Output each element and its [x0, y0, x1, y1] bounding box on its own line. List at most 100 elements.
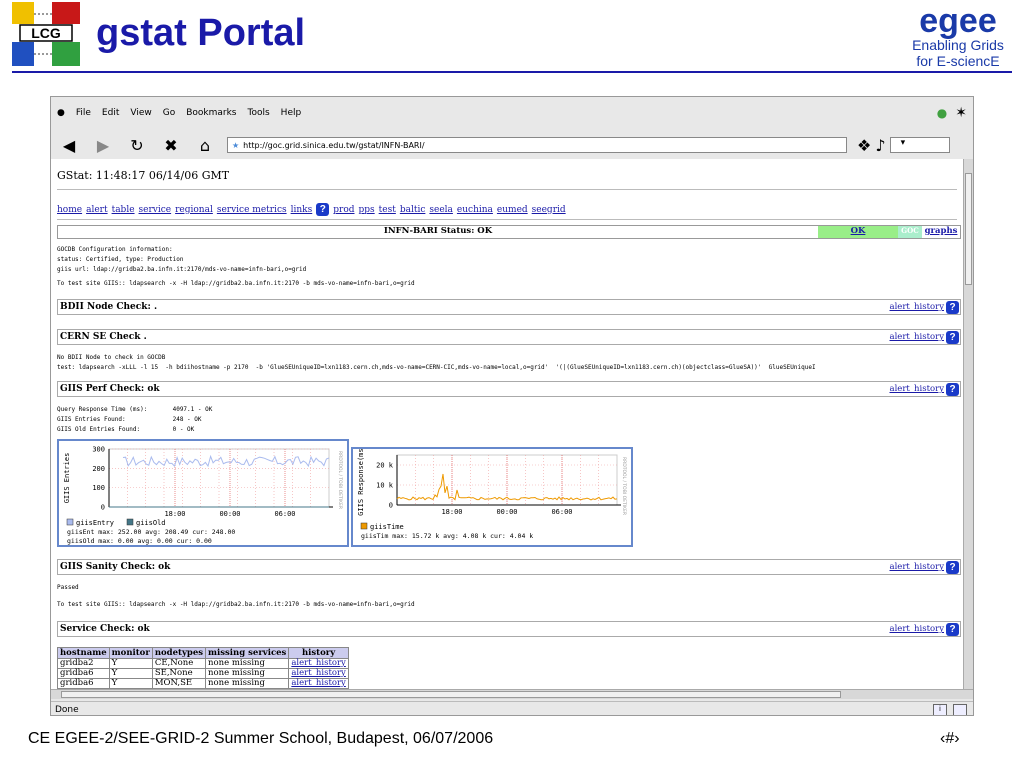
legend-stats: giisTim max: 15.72 k avg: 4.08 k cur: 4.… [361, 532, 533, 540]
alert-history-link[interactable]: alert_history [890, 562, 947, 572]
nav-pps[interactable]: pps [359, 205, 375, 215]
back-icon[interactable]: ◀ [57, 134, 81, 156]
nav-links: home alert table service regional servic… [57, 203, 566, 216]
rrdtool-credit: RRDTOOL / TOBI OETIKER [621, 457, 627, 515]
alert-history-link[interactable]: alert_history [291, 678, 346, 688]
nav-seela[interactable]: seela [429, 205, 453, 215]
menu-view[interactable]: View [130, 108, 151, 118]
cell-hostname: gridba2 [57, 658, 110, 669]
site-status-row: INFN-BARI Status: OK OK GOC graphs [57, 225, 961, 239]
stop-icon[interactable]: ✖ [159, 134, 183, 156]
status-text: Done [55, 704, 79, 715]
help-icon[interactable]: ? [946, 300, 959, 314]
help-icon[interactable]: ? [946, 622, 959, 636]
nav-service-metrics[interactable]: service metrics [217, 205, 287, 215]
go-icon[interactable]: ❖ [857, 136, 871, 155]
status-ok-link[interactable]: OK [818, 226, 898, 238]
divider [57, 219, 957, 220]
alert-history-link[interactable]: alert_history [890, 384, 947, 394]
help-icon[interactable]: ? [316, 203, 330, 216]
scroll-thumb[interactable] [965, 173, 972, 285]
x-tick-label: 06:00 [274, 510, 295, 518]
info-icon[interactable]: i [933, 703, 947, 715]
window-icon[interactable] [953, 703, 967, 715]
help-icon[interactable]: ? [946, 382, 959, 396]
legend-swatch [66, 518, 74, 526]
cell-nodetypes: MON,SE [151, 678, 207, 689]
y-tick-label: 300 [92, 446, 105, 454]
cell-history: alert_history [288, 668, 349, 679]
graphs-link[interactable]: graphs [922, 226, 960, 238]
alert-history-link[interactable]: alert_history [890, 624, 947, 634]
cell-missing: none missing [205, 658, 290, 669]
cern-se-info: No BDII Node to check in GOCDB test: lda… [57, 354, 816, 371]
y-tick-label: 10 k [376, 482, 394, 490]
nav-eumed[interactable]: eumed [497, 205, 528, 215]
legend-label: giisTime [370, 523, 404, 531]
bookmark-star-icon: ★ [232, 140, 240, 150]
nav-regional[interactable]: regional [175, 205, 213, 215]
url-bar[interactable]: ★ http://goc.grid.sinica.edu.tw/gstat/IN… [227, 137, 847, 153]
menu-help[interactable]: Help [281, 108, 302, 118]
home-icon[interactable]: ⌂ [193, 134, 217, 156]
alert-history-link[interactable]: alert_history [291, 658, 346, 668]
cell-hostname: gridba6 [57, 668, 110, 679]
cell-missing: none missing [205, 668, 290, 679]
help-icon[interactable]: ? [946, 330, 959, 344]
nav-table[interactable]: table [112, 205, 135, 215]
nav-alert[interactable]: alert [86, 205, 108, 215]
divider [57, 189, 957, 190]
test-site-command-2: To test site GIIS:: ldapsearch -x -H lda… [57, 601, 415, 608]
help-icon[interactable]: ? [946, 560, 959, 574]
menu-edit[interactable]: Edit [102, 108, 119, 118]
browser-window: ● File Edit View Go Bookmarks Tools Help… [50, 96, 974, 716]
scroll-thumb[interactable] [61, 691, 841, 698]
cell-monitor: Y [108, 658, 153, 669]
col-nodetypes: nodetypes [151, 647, 207, 659]
goc-info: GOCDB Configuration information: status:… [57, 246, 307, 273]
bdii-check-title: BDII Node Check: . [60, 302, 158, 312]
nav-links[interactable]: links [291, 205, 313, 215]
nav-home[interactable]: home [57, 205, 82, 215]
y-tick-label: 100 [92, 484, 105, 492]
search-dropdown[interactable]: ▾ [889, 137, 950, 153]
alert-history-link[interactable]: alert_history [890, 302, 947, 312]
legend-stats: giisEnt max: 252.00 avg: 208.49 cur: 248… [67, 528, 235, 536]
x-tick-label: 06:00 [551, 508, 572, 516]
giis-sanity-header: GIIS Sanity Check: ok alert_history ? [57, 559, 961, 575]
service-check-title: Service Check: ok [60, 624, 150, 634]
throbber-icon: ✶ [955, 105, 967, 121]
menu-file[interactable]: File [76, 108, 91, 118]
nav-euchina[interactable]: euchina [457, 205, 493, 215]
giis-entries-chart: 300 200 100 0 18:00 00:00 06:00 GIIS Entries RRD… [57, 439, 349, 547]
status-light-icon: ● [936, 106, 948, 120]
nav-baltic[interactable]: baltic [400, 205, 426, 215]
y-tick-label: 0 [389, 502, 393, 510]
nav-seegrid[interactable]: seegrid [532, 205, 566, 215]
nav-test[interactable]: test [379, 205, 396, 215]
alert-history-link[interactable]: alert_history [890, 332, 947, 342]
table-row: gridba6 Y SE,None none missing alert_his… [57, 668, 349, 679]
y-axis-label: GIIS Response(ms) [357, 449, 365, 516]
cell-hostname: gridba6 [57, 678, 110, 689]
giis-perf-info: Query Response Time (ms): 4097.1 - OK GI… [57, 406, 213, 433]
cell-history: alert_history [288, 658, 349, 669]
menu-bookmarks[interactable]: Bookmarks [186, 108, 236, 118]
search-icon[interactable]: ♪ [875, 136, 885, 155]
col-hostname: hostname [57, 647, 110, 659]
giis-sanity-title: GIIS Sanity Check: ok [60, 562, 171, 572]
reload-icon[interactable]: ↻ [125, 134, 149, 156]
table-header-row: hostname monitor nodetypes missing servi… [57, 647, 349, 659]
x-tick-label: 18:00 [441, 508, 462, 516]
menu-tools[interactable]: Tools [248, 108, 270, 118]
forward-icon[interactable]: ▶ [91, 134, 115, 156]
title-divider [12, 71, 1012, 73]
horizontal-scrollbar[interactable] [51, 689, 973, 699]
menu-go[interactable]: Go [163, 108, 175, 118]
alert-history-link[interactable]: alert_history [291, 668, 346, 678]
nav-prod[interactable]: prod [333, 205, 354, 215]
goc-badge[interactable]: GOC [898, 226, 922, 238]
egee-logo: egee Enabling Grids for E-sciencE [898, 2, 1016, 72]
vertical-scrollbar[interactable] [963, 159, 973, 689]
nav-service[interactable]: service [139, 205, 172, 215]
